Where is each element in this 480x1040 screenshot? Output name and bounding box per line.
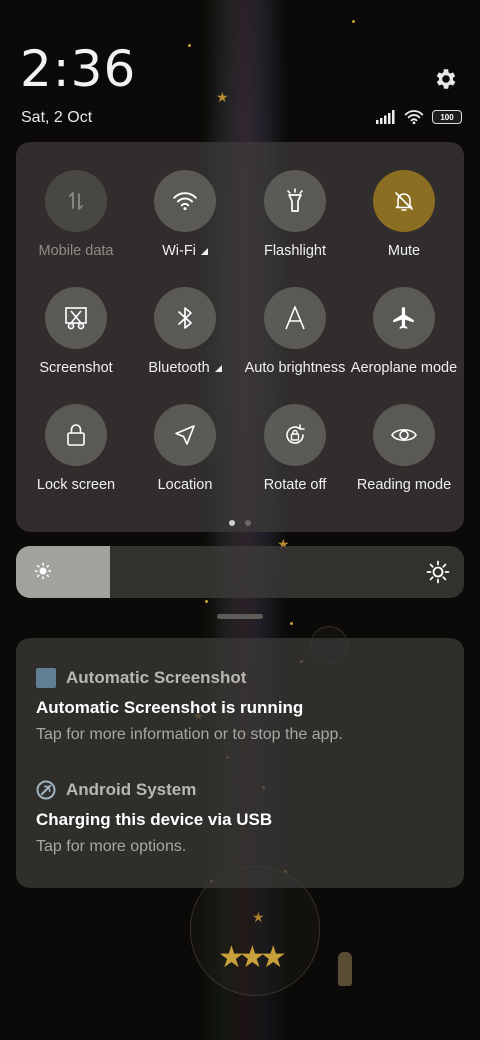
page-dot[interactable] (245, 520, 251, 526)
reading-mode-button[interactable] (373, 404, 435, 466)
tile-auto-brightness[interactable]: Auto brightness (240, 287, 350, 397)
notification-text: Tap for more information or to stop the … (36, 726, 343, 743)
battery-level: 100 (440, 112, 454, 122)
notification-shade: ★ ★ ★ ★ ★★★ 2:36 Sat, 2 Oct (0, 0, 480, 1040)
bluetooth-button[interactable] (154, 287, 216, 349)
page-indicator (229, 520, 251, 526)
lock-icon (67, 424, 85, 446)
tile-label: Wi-Fi (162, 243, 196, 259)
tile-label: Screenshot (39, 360, 113, 376)
notification-title: Automatic Screenshot is running (36, 698, 304, 717)
tile-aeroplane-mode[interactable]: Aeroplane mode (349, 287, 459, 397)
tile-screenshot[interactable]: Screenshot (21, 287, 131, 397)
tile-reading-mode[interactable]: Reading mode (349, 404, 459, 514)
flashlight-button[interactable] (264, 170, 326, 232)
tile-label: Rotate off (263, 477, 327, 493)
tile-label: Flashlight (263, 243, 327, 259)
app-square-icon (36, 668, 56, 688)
tile-label: Location (157, 477, 213, 493)
star-icon: ★ (216, 89, 229, 105)
brightness-low-icon (34, 562, 52, 580)
jar-stars: ★★★ (218, 941, 287, 974)
location-button[interactable] (154, 404, 216, 466)
tile-label: Auto brightness (244, 360, 346, 376)
auto-brightness-button[interactable] (264, 287, 326, 349)
settings-button[interactable] (431, 64, 461, 94)
tile-location[interactable]: Location (130, 404, 240, 514)
status-icons: 100 (376, 108, 462, 126)
tile-label-wrap: Bluetooth (148, 360, 222, 376)
notification-title: Charging this device via USB (36, 810, 273, 829)
aeroplane-mode-button[interactable] (373, 287, 435, 349)
notification-item[interactable]: Android System Charging this device via … (36, 780, 444, 856)
mute-button[interactable] (373, 170, 435, 232)
wifi-icon (173, 192, 197, 211)
airplane-icon (393, 307, 414, 329)
tile-lock-screen[interactable]: Lock screen (21, 404, 131, 514)
notification-panel: Automatic Screenshot Automatic Screensho… (16, 638, 464, 888)
scissors-icon (65, 307, 87, 330)
expand-icon[interactable] (200, 247, 208, 255)
wifi-icon (404, 110, 424, 125)
screenshot-button[interactable] (45, 287, 107, 349)
star-icon: ★ (252, 909, 265, 925)
page-dot[interactable] (229, 520, 235, 526)
drag-handle[interactable] (217, 614, 263, 619)
quick-settings-panel: Mobile data Wi-Fi Flashlight Mute Screen… (16, 142, 464, 532)
notification-app-name: Automatic Screenshot (66, 668, 247, 687)
rotate-button[interactable] (264, 404, 326, 466)
figure-silhouette (338, 952, 352, 986)
tile-label: Lock screen (36, 477, 116, 493)
bluetooth-icon (178, 307, 192, 329)
notification-header: Automatic Screenshot (36, 668, 444, 688)
tile-label: Mute (387, 243, 421, 259)
tile-label: Mobile data (38, 243, 114, 259)
notification-text: Tap for more options. (36, 838, 187, 855)
mobile-data-icon (69, 192, 83, 210)
tile-rotate[interactable]: Rotate off (240, 404, 350, 514)
tile-mobile-data[interactable]: Mobile data (21, 170, 131, 280)
tile-label: Reading mode (356, 477, 452, 493)
tile-wifi[interactable]: Wi-Fi (130, 170, 240, 280)
flashlight-icon (287, 188, 303, 212)
tile-label-wrap: Wi-Fi (162, 243, 208, 259)
brightness-slider[interactable] (16, 546, 464, 598)
location-arrow-icon (175, 425, 195, 445)
notification-item[interactable]: Automatic Screenshot Automatic Screensho… (36, 668, 444, 744)
signal-icon (376, 110, 395, 124)
auto-brightness-icon (285, 306, 305, 330)
brightness-high-icon (426, 560, 450, 584)
tile-label: Bluetooth (148, 360, 210, 376)
brightness-slider-fill[interactable] (16, 546, 111, 598)
wifi-button[interactable] (154, 170, 216, 232)
rotate-lock-icon (286, 424, 305, 444)
expand-icon[interactable] (214, 364, 222, 372)
eye-icon (391, 428, 417, 442)
notification-app-name: Android System (66, 780, 197, 799)
battery-icon: 100 (432, 110, 462, 124)
date[interactable]: Sat, 2 Oct (21, 109, 92, 127)
android-system-icon (36, 780, 56, 800)
lock-screen-button[interactable] (45, 404, 107, 466)
tile-mute[interactable]: Mute (349, 170, 459, 280)
notification-header: Android System (36, 780, 444, 800)
bell-off-icon (395, 192, 413, 211)
tile-label: Aeroplane mode (350, 360, 458, 376)
tile-flashlight[interactable]: Flashlight (240, 170, 350, 280)
settings-icon (436, 69, 456, 89)
mobile-data-button[interactable] (45, 170, 107, 232)
tile-bluetooth[interactable]: Bluetooth (130, 287, 240, 397)
clock[interactable]: 2:36 (20, 44, 136, 94)
